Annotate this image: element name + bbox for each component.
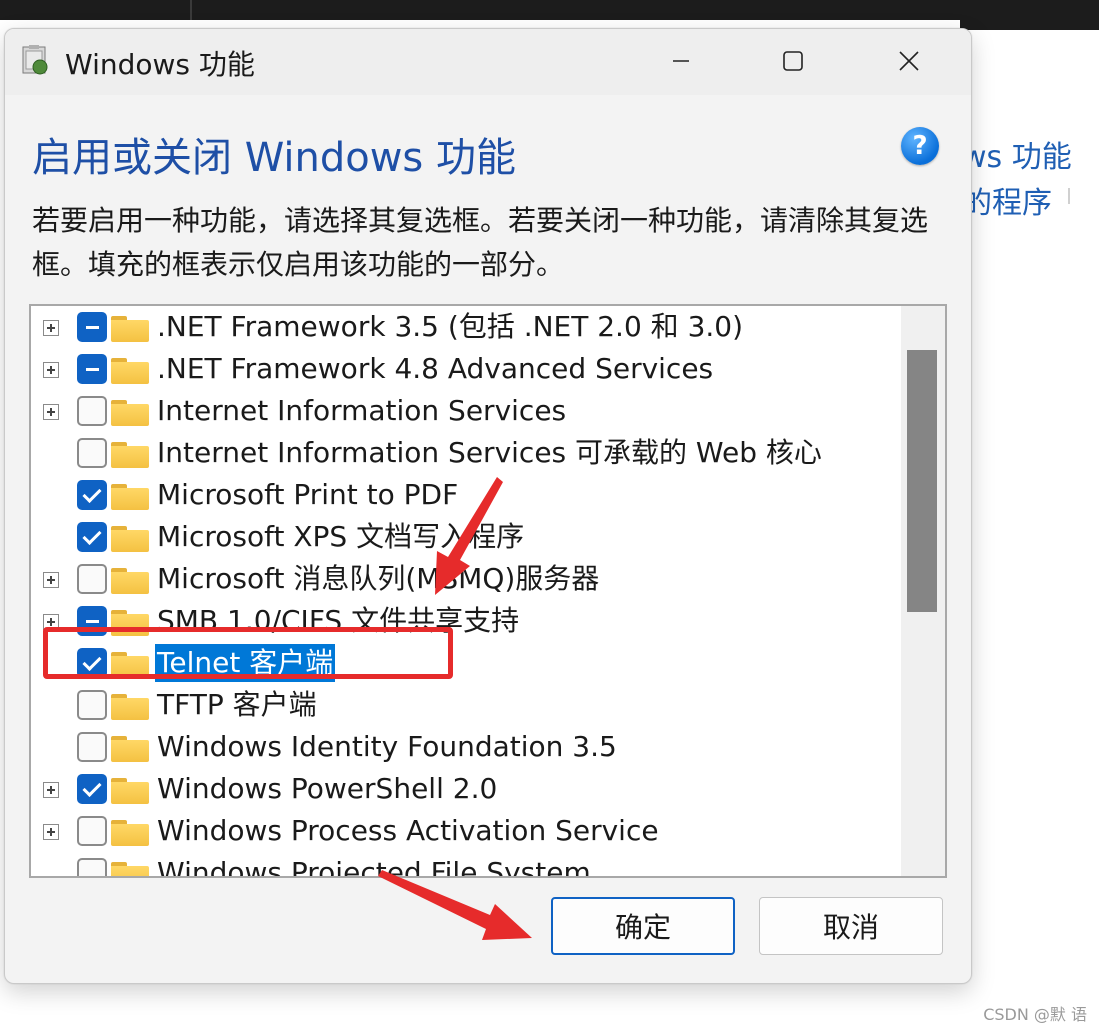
cancel-button[interactable]: 取消 (759, 897, 943, 955)
feature-checkbox[interactable] (77, 522, 107, 552)
feature-checkbox[interactable] (77, 438, 107, 468)
feature-label[interactable]: Windows PowerShell 2.0 (155, 770, 499, 808)
folder-icon (111, 568, 149, 594)
feature-label[interactable]: Internet Information Services 可承载的 Web 核… (155, 434, 824, 472)
expand-plus-icon[interactable] (43, 320, 59, 336)
feature-label[interactable]: Microsoft XPS 文档写入程序 (155, 518, 526, 556)
window-title: Windows 功能 (65, 48, 255, 81)
feature-checkbox[interactable] (77, 816, 107, 846)
minimize-icon (673, 60, 689, 62)
expand-plus-icon[interactable] (43, 572, 59, 588)
feature-label[interactable]: Windows Process Activation Service (155, 812, 661, 850)
feature-row[interactable]: Windows Process Activation Service (31, 811, 901, 853)
folder-icon (111, 778, 149, 804)
folder-icon (111, 736, 149, 762)
feature-label[interactable]: Internet Information Services (155, 392, 568, 430)
vertical-scrollbar[interactable] (901, 306, 945, 876)
feature-label[interactable]: Microsoft 消息队列(MSMQ)服务器 (155, 560, 601, 598)
feature-row[interactable]: Internet Information Services (31, 391, 901, 433)
feature-row[interactable]: Microsoft XPS 文档写入程序 (31, 517, 901, 559)
feature-checkbox[interactable] (77, 396, 107, 426)
feature-label[interactable]: TFTP 客户端 (155, 686, 319, 724)
expand-plus-icon[interactable] (43, 782, 59, 798)
feature-row[interactable]: Internet Information Services 可承载的 Web 核… (31, 433, 901, 475)
scrollbar-thumb[interactable] (907, 350, 937, 612)
feature-checkbox[interactable] (77, 774, 107, 804)
close-icon (899, 51, 919, 71)
folder-icon (111, 526, 149, 552)
feature-checkbox[interactable] (77, 312, 107, 342)
folder-icon (111, 442, 149, 468)
feature-label[interactable]: .NET Framework 4.8 Advanced Services (155, 350, 715, 388)
feature-row[interactable]: Windows Identity Foundation 3.5 (31, 727, 901, 769)
watermark: CSDN @默 语 (983, 1005, 1087, 1024)
feature-checkbox[interactable] (77, 564, 107, 594)
feature-checkbox[interactable] (77, 480, 107, 510)
description-text: 若要启用一种功能，请选择其复选框。若要关闭一种功能，请清除其复选框。填充的框表示… (32, 204, 929, 281)
ok-button[interactable]: 确定 (551, 897, 735, 955)
feature-checkbox[interactable] (77, 354, 107, 384)
close-button[interactable] (881, 41, 937, 81)
help-icon[interactable]: ? (901, 127, 939, 165)
background-divider (190, 0, 192, 20)
feature-label[interactable]: Windows Projected File System (155, 854, 593, 876)
feature-label[interactable]: Windows Identity Foundation 3.5 (155, 728, 619, 766)
feature-row[interactable]: .NET Framework 3.5 (包括 .NET 2.0 和 3.0) (31, 307, 901, 349)
maximize-button[interactable] (765, 41, 821, 81)
feature-checkbox[interactable] (77, 858, 107, 876)
feature-row[interactable]: TFTP 客户端 (31, 685, 901, 727)
expand-plus-icon[interactable] (43, 362, 59, 378)
feature-label[interactable]: .NET Framework 3.5 (包括 .NET 2.0 和 3.0) (155, 308, 745, 346)
expand-plus-icon[interactable] (43, 404, 59, 420)
folder-icon (111, 820, 149, 846)
folder-icon (111, 400, 149, 426)
feature-row[interactable]: Windows Projected File System (31, 853, 901, 876)
feature-label[interactable]: Microsoft Print to PDF (155, 476, 460, 514)
background-divider-tick (1068, 188, 1070, 204)
folder-icon (111, 358, 149, 384)
folder-icon (111, 316, 149, 342)
background-top-bar (0, 0, 1099, 20)
folder-icon (111, 862, 149, 876)
maximize-icon (783, 51, 803, 71)
feature-row[interactable]: Microsoft 消息队列(MSMQ)服务器 (31, 559, 901, 601)
feature-row[interactable]: Windows PowerShell 2.0 (31, 769, 901, 811)
minimize-button[interactable] (653, 41, 709, 81)
annotation-highlight-box (43, 627, 453, 679)
windows-features-app-icon (21, 43, 51, 77)
folder-icon (111, 484, 149, 510)
background-link-features[interactable]: ws 功能 (962, 132, 1072, 176)
feature-row[interactable]: .NET Framework 4.8 Advanced Services (31, 349, 901, 391)
feature-checkbox[interactable] (77, 690, 107, 720)
background-dark-band (960, 0, 1099, 30)
title-bar[interactable]: Windows 功能 (5, 29, 971, 95)
windows-features-dialog: Windows 功能 启用或关闭 Windows 功能 ? 若要启用一种功能，请… (4, 28, 972, 984)
background-link-programs[interactable]: 的程序 (962, 178, 1052, 222)
features-tree[interactable]: Windows Projected File System Windows Pro… (29, 304, 947, 878)
feature-row[interactable]: Microsoft Print to PDF (31, 475, 901, 517)
folder-icon (111, 694, 149, 720)
expand-plus-icon[interactable] (43, 824, 59, 840)
page-heading: 启用或关闭 Windows 功能 (32, 135, 516, 181)
feature-checkbox[interactable] (77, 732, 107, 762)
